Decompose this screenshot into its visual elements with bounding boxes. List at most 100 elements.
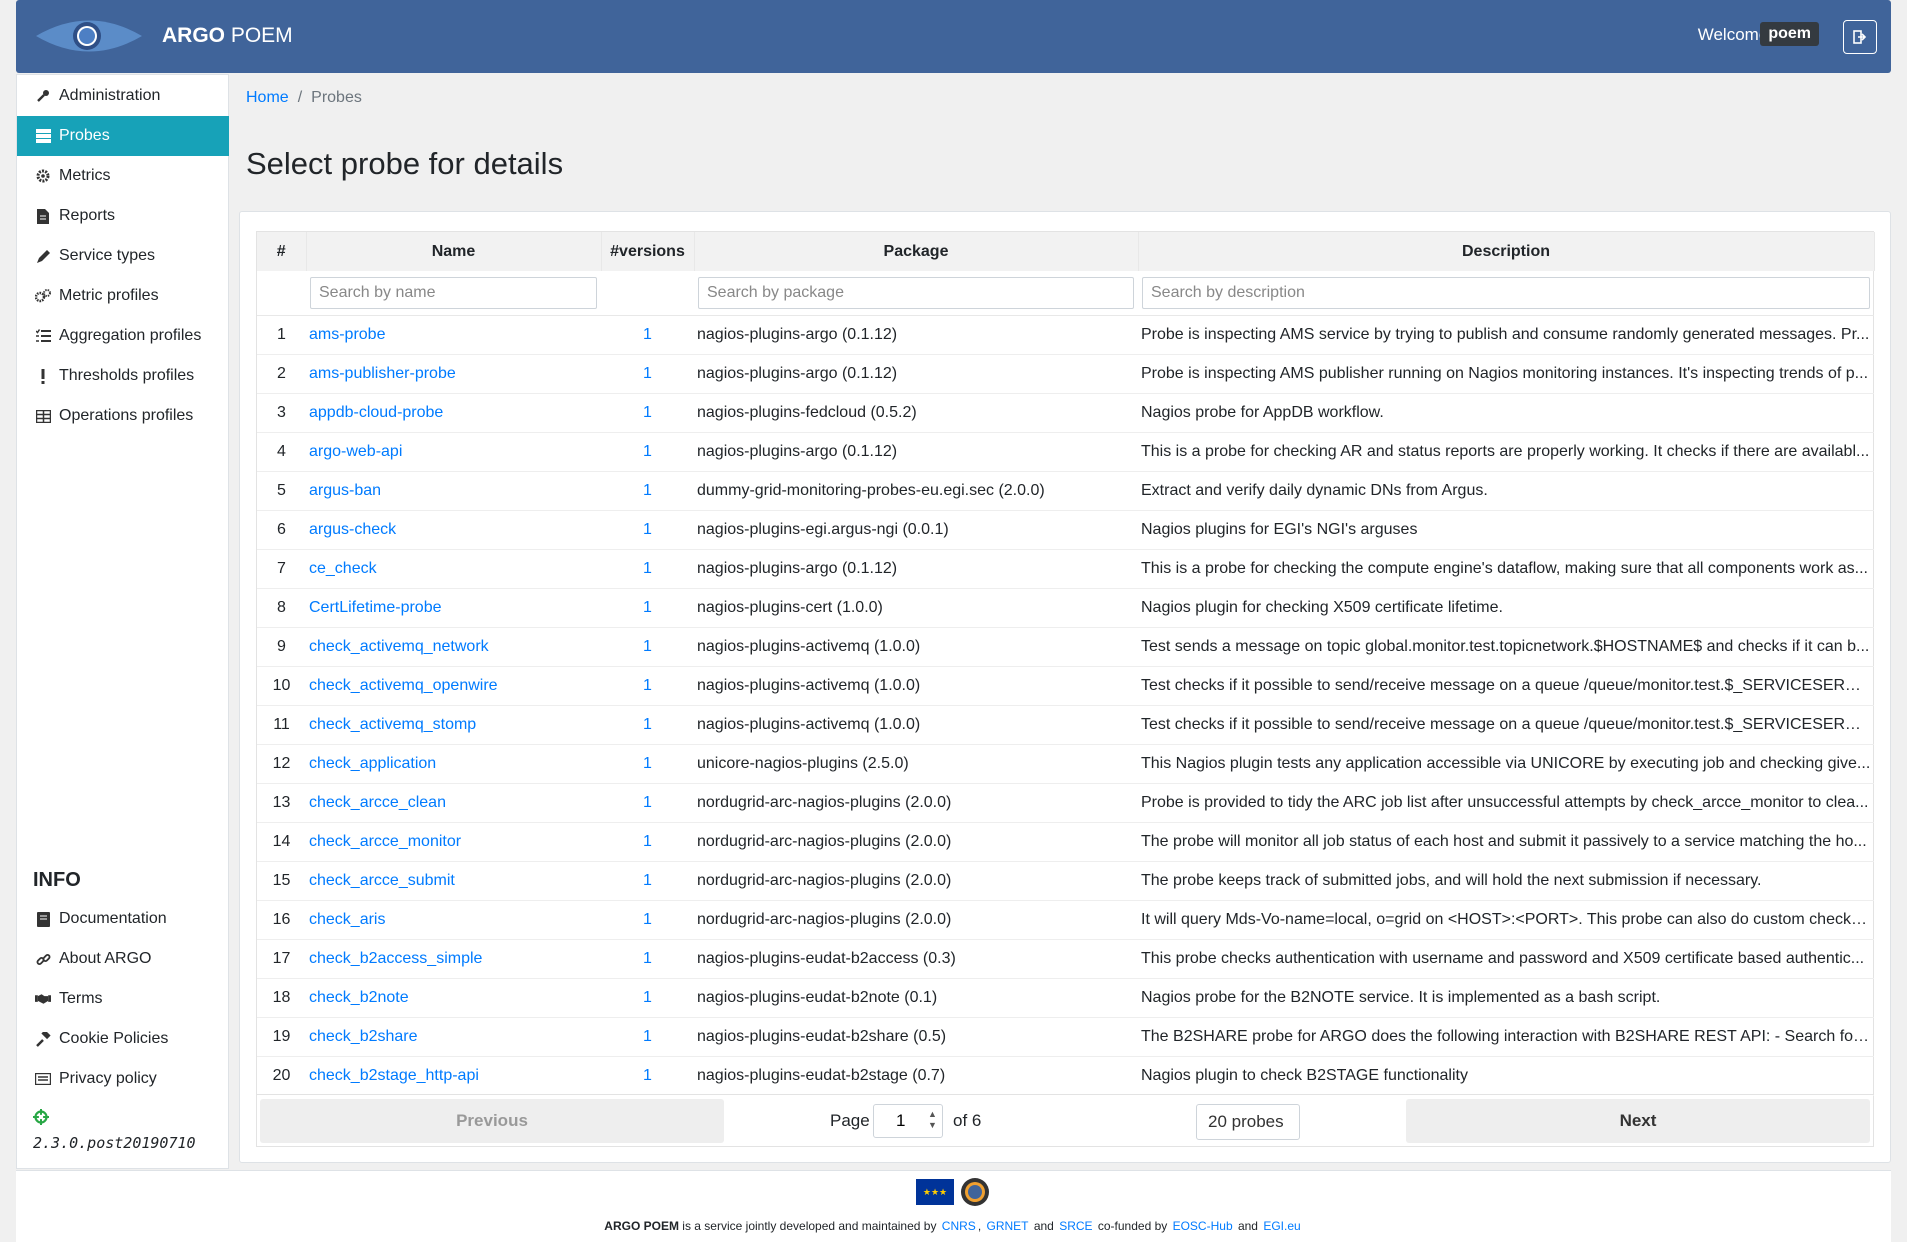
table-row[interactable]: 15 check_arcce_submit 1 nordugrid-arc-nagio… bbox=[257, 861, 1874, 901]
probe-name-link[interactable]: argus-ban bbox=[309, 482, 381, 499]
sidebar-item-administration[interactable]: Administration bbox=[17, 76, 229, 116]
sidebar-item-operations-profiles[interactable]: Operations profiles bbox=[17, 396, 229, 436]
table-row[interactable]: 7 ce_check 1 nagios-plugins-argo (0.1.12) Th… bbox=[257, 549, 1874, 589]
probe-name-link[interactable]: check_activemq_openwire bbox=[309, 677, 498, 694]
sidebar-item-terms[interactable]: Terms bbox=[17, 979, 229, 1019]
probe-versions-link[interactable]: 1 bbox=[643, 677, 652, 694]
table-row[interactable]: 6 argus-check 1 nagios-plugins-egi.argus-ng… bbox=[257, 510, 1874, 550]
probe-versions-link[interactable]: 1 bbox=[643, 989, 652, 1006]
table-row[interactable]: 14 check_arcce_monitor 1 nordugrid-arc-nagi… bbox=[257, 822, 1874, 862]
table-row[interactable]: 18 check_b2note 1 nagios-plugins-eudat-b2no… bbox=[257, 978, 1874, 1018]
probe-name-link[interactable]: ce_check bbox=[309, 560, 377, 577]
probe-name-link[interactable]: check_arcce_submit bbox=[309, 872, 455, 889]
probe-description: Nagios plugin to check B2STAGE functiona… bbox=[1138, 1056, 1874, 1096]
app-title[interactable]: ARGO POEM bbox=[162, 24, 293, 48]
probe-versions-link[interactable]: 1 bbox=[643, 482, 652, 499]
table-row[interactable]: 5 argus-ban 1 dummy-grid-monitoring-probes-… bbox=[257, 471, 1874, 511]
table-row[interactable]: 17 check_b2access_simple 1 nagios-plugins-e… bbox=[257, 939, 1874, 979]
probe-name-link[interactable]: CertLifetime-probe bbox=[309, 599, 442, 616]
column-header-description[interactable]: Description bbox=[1138, 232, 1875, 271]
next-page-button[interactable]: Next bbox=[1406, 1099, 1870, 1143]
argo-eye-logo[interactable] bbox=[34, 13, 144, 59]
search-by-name-input[interactable] bbox=[310, 276, 597, 309]
table-row[interactable]: 12 check_application 1 unicore-nagios-plugi… bbox=[257, 744, 1874, 784]
cnrs-link[interactable]: CNRS bbox=[942, 1219, 976, 1233]
probe-name-link[interactable]: ams-probe bbox=[309, 326, 385, 343]
probe-versions-link[interactable]: 1 bbox=[643, 1067, 652, 1084]
probe-versions-link[interactable]: 1 bbox=[643, 326, 652, 343]
probe-name-link[interactable]: check_activemq_network bbox=[309, 638, 489, 655]
probe-versions-link[interactable]: 1 bbox=[643, 560, 652, 577]
sidebar-item-reports[interactable]: Reports bbox=[17, 196, 229, 236]
total-pages-label: of 6 bbox=[953, 1111, 982, 1130]
breadcrumb-home-link[interactable]: Home bbox=[246, 89, 289, 106]
sidebar-item-cookie-policies[interactable]: Cookie Policies bbox=[17, 1019, 229, 1059]
sidebar-item-metric-profiles[interactable]: Metric profiles bbox=[17, 276, 229, 316]
probe-name-link[interactable]: argus-check bbox=[309, 521, 396, 538]
table-row[interactable]: 20 check_b2stage_http-api 1 nagios-plugins-… bbox=[257, 1056, 1874, 1096]
probe-versions-link[interactable]: 1 bbox=[643, 404, 652, 421]
sidebar-item-probes[interactable]: Probes bbox=[17, 116, 229, 156]
probe-versions-link[interactable]: 1 bbox=[643, 950, 652, 967]
sidebar-item-privacy-policy[interactable]: Privacy policy bbox=[17, 1059, 229, 1099]
probe-name-link[interactable]: check_b2stage_http-api bbox=[309, 1067, 479, 1084]
probe-name-link[interactable]: argo-web-api bbox=[309, 443, 402, 460]
probe-versions-link[interactable]: 1 bbox=[643, 599, 652, 616]
probe-name-link[interactable]: check_b2share bbox=[309, 1028, 418, 1045]
probe-versions-link[interactable]: 1 bbox=[643, 911, 652, 928]
search-by-package-input[interactable] bbox=[698, 276, 1134, 309]
sidebar-item-about-argo[interactable]: About ARGO bbox=[17, 939, 229, 979]
table-row[interactable]: 10 check_activemq_openwire 1 nagios-plugins… bbox=[257, 666, 1874, 706]
column-header-versions[interactable]: #versions bbox=[601, 232, 695, 271]
probe-versions-link[interactable]: 1 bbox=[643, 872, 652, 889]
probe-name-link[interactable]: check_b2access_simple bbox=[309, 950, 482, 967]
sidebar-item-service-types[interactable]: Service types bbox=[17, 236, 229, 276]
grnet-link[interactable]: GRNET bbox=[986, 1219, 1028, 1233]
sidebar-item-documentation[interactable]: Documentation bbox=[17, 899, 229, 939]
row-number: 2 bbox=[257, 354, 306, 394]
sidebar-item-label: About ARGO bbox=[59, 950, 152, 967]
probe-versions-link[interactable]: 1 bbox=[643, 755, 652, 772]
table-row[interactable]: 3 appdb-cloud-probe 1 nagios-plugins-fedclo… bbox=[257, 393, 1874, 433]
table-row[interactable]: 9 check_activemq_network 1 nagios-plugins-a… bbox=[257, 627, 1874, 667]
probe-name-link[interactable]: check_b2note bbox=[309, 989, 409, 1006]
sidebar-item-aggregation-profiles[interactable]: Aggregation profiles bbox=[17, 316, 229, 356]
probe-versions-link[interactable]: 1 bbox=[643, 443, 652, 460]
table-row[interactable]: 1 ams-probe 1 nagios-plugins-argo (0.1.12) P… bbox=[257, 315, 1874, 355]
probe-versions-link[interactable]: 1 bbox=[643, 833, 652, 850]
probe-name-link[interactable]: appdb-cloud-probe bbox=[309, 404, 443, 421]
probe-versions-link[interactable]: 1 bbox=[643, 794, 652, 811]
row-number: 17 bbox=[257, 939, 306, 979]
sidebar-item-metrics[interactable]: Metrics bbox=[17, 156, 229, 196]
table-row[interactable]: 19 check_b2share 1 nagios-plugins-eudat-b2s… bbox=[257, 1017, 1874, 1057]
srce-link[interactable]: SRCE bbox=[1059, 1219, 1092, 1233]
previous-page-button[interactable]: Previous bbox=[260, 1099, 724, 1143]
logout-button[interactable] bbox=[1843, 20, 1877, 54]
table-row[interactable]: 11 check_activemq_stomp 1 nagios-plugins-ac… bbox=[257, 705, 1874, 745]
probe-name-link[interactable]: check_aris bbox=[309, 911, 385, 928]
sidebar-item-thresholds-profiles[interactable]: Thresholds profiles bbox=[17, 356, 229, 396]
probe-name-link[interactable]: check_arcce_clean bbox=[309, 794, 446, 811]
column-header-number[interactable]: # bbox=[257, 232, 307, 271]
eosc-hub-link[interactable]: EOSC-Hub bbox=[1173, 1219, 1233, 1233]
table-row[interactable]: 2 ams-publisher-probe 1 nagios-plugins-argo… bbox=[257, 354, 1874, 394]
table-row[interactable]: 13 check_arcce_clean 1 nordugrid-arc-nagios… bbox=[257, 783, 1874, 823]
page-spinner-icon[interactable]: ▲ ▼ bbox=[928, 1109, 937, 1131]
probe-name-link[interactable]: ams-publisher-probe bbox=[309, 365, 456, 382]
probe-name-link[interactable]: check_application bbox=[309, 755, 436, 772]
column-header-name[interactable]: Name bbox=[306, 232, 602, 271]
probe-name-link[interactable]: check_activemq_stomp bbox=[309, 716, 476, 733]
probe-versions-link[interactable]: 1 bbox=[643, 521, 652, 538]
probe-versions-link[interactable]: 1 bbox=[643, 1028, 652, 1045]
search-by-description-input[interactable] bbox=[1142, 276, 1870, 309]
probe-versions-link[interactable]: 1 bbox=[643, 638, 652, 655]
table-row[interactable]: 4 argo-web-api 1 nagios-plugins-argo (0.1.1… bbox=[257, 432, 1874, 472]
table-row[interactable]: 8 CertLifetime-probe 1 nagios-plugins-cert … bbox=[257, 588, 1874, 628]
column-header-package[interactable]: Package bbox=[694, 232, 1139, 271]
table-row[interactable]: 16 check_aris 1 nordugrid-arc-nagios-plugin… bbox=[257, 900, 1874, 940]
probe-name-link[interactable]: check_arcce_monitor bbox=[309, 833, 461, 850]
probe-versions-link[interactable]: 1 bbox=[643, 716, 652, 733]
page-size-select[interactable]: 20 probes bbox=[1196, 1104, 1300, 1140]
egi-link[interactable]: EGI.eu bbox=[1263, 1219, 1300, 1233]
probe-versions-link[interactable]: 1 bbox=[643, 365, 652, 382]
